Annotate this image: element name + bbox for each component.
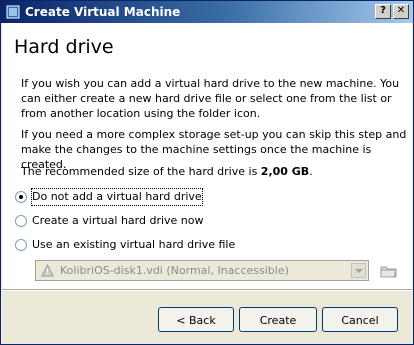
recommended-size-text: The recommended size of the hard drive i… [21, 164, 407, 179]
create-disk-radio[interactable] [15, 215, 27, 227]
cancel-button-label[interactable]: Cancel [326, 310, 394, 329]
no-disk-label[interactable]: Do not add a virtual hard drive [31, 188, 203, 206]
create-disk-label[interactable]: Create a virtual hard drive now [32, 213, 204, 229]
close-button[interactable]: ✕ [393, 4, 409, 19]
wizard-page: Hard drive If you wish you can add a vir… [2, 23, 412, 289]
recommended-size-suffix: . [309, 165, 313, 178]
recommended-size-prefix: The recommended size of the hard drive i… [21, 165, 261, 178]
help-button[interactable]: ? [375, 4, 391, 19]
button-separator [2, 289, 412, 291]
cancel-button[interactable]: Cancel [322, 307, 398, 332]
create-button[interactable]: Create [239, 307, 317, 332]
virtualbox-icon [6, 5, 20, 19]
warning-icon [41, 264, 54, 277]
page-title: Hard drive [14, 36, 114, 58]
existing-disk-value: KolibriOS-disk1.vdi (Normal, Inaccessibl… [60, 264, 289, 277]
existing-disk-label[interactable]: Use an existing virtual hard drive file [32, 237, 235, 253]
no-disk-radio[interactable] [15, 191, 27, 203]
existing-disk-radio[interactable] [15, 239, 27, 251]
window-title: Create Virtual Machine [25, 5, 181, 19]
create-vm-dialog: Create Virtual Machine ? ✕ Hard drive If… [0, 0, 414, 345]
existing-disk-select[interactable]: KolibriOS-disk1.vdi (Normal, Inaccessibl… [35, 260, 369, 281]
intro-text: If you wish you can add a virtual hard d… [21, 77, 400, 120]
back-button-label[interactable]: < Back [162, 310, 230, 329]
create-button-label[interactable]: Create [243, 310, 313, 329]
folder-icon[interactable] [378, 261, 400, 281]
chevron-down-icon[interactable] [351, 263, 366, 278]
back-button[interactable]: < Back [158, 307, 234, 332]
title-bar[interactable]: Create Virtual Machine ? ✕ [1, 1, 413, 23]
recommended-size-value: 2,00 GB [260, 165, 310, 178]
